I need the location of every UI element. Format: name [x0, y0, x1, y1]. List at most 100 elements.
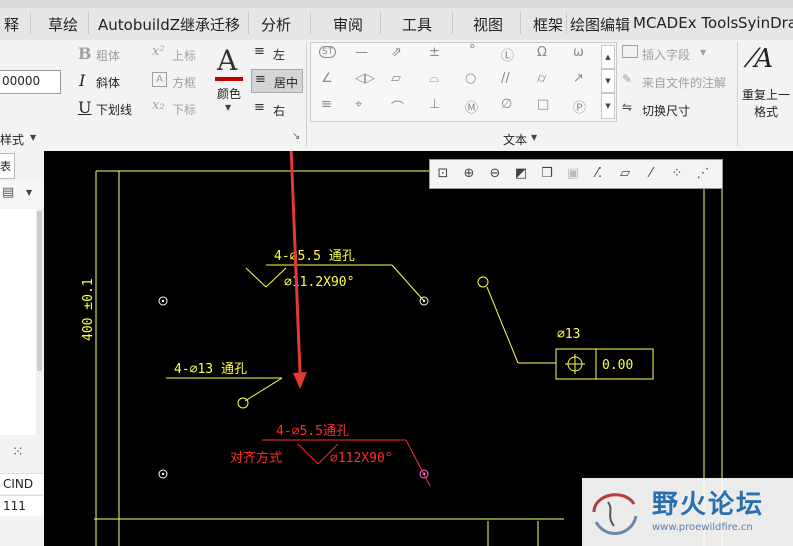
straightness-icon[interactable]: —	[355, 45, 368, 60]
tab-sketch[interactable]: 草绘	[48, 14, 78, 35]
watermark-title: 野火论坛	[652, 490, 765, 520]
text-color-button[interactable]: A 颜色 ▼	[211, 44, 249, 120]
note3-top-text[interactable]: 4-∅5.5通孔	[276, 424, 349, 439]
gtol-value-text[interactable]: 0.00	[602, 358, 633, 373]
least-material-icon[interactable]: Ⓛ	[501, 45, 514, 64]
toggle-dimension-button[interactable]: ⇋ 切换尺寸	[622, 99, 722, 119]
insert-field-button[interactable]: 插入字段 ▼	[622, 43, 722, 63]
align-right-label: 右	[273, 104, 286, 118]
chevron-down-icon[interactable]: ▼	[26, 188, 32, 197]
italic-button[interactable]: I 斜体	[76, 71, 136, 91]
csys-display-icon[interactable]: ⋰	[693, 164, 713, 184]
style-group-label[interactable]: 样式	[0, 131, 24, 148]
parallelism-icon[interactable]: //	[501, 71, 510, 86]
underline-button[interactable]: U 下划线	[76, 98, 136, 118]
square-button[interactable]: A 方框	[150, 71, 210, 91]
style-value-input[interactable]: 00000	[0, 70, 61, 94]
tab-mcadex-tools[interactable]: MCADEx Tools	[633, 14, 738, 32]
note1-bottom-text[interactable]: ∅11.2X90°	[284, 275, 354, 290]
tab-review[interactable]: 审阅	[333, 14, 363, 35]
align-left-button[interactable]: ≡ 左	[251, 43, 299, 63]
axis-display-icon[interactable]: ⁄	[641, 164, 661, 184]
note2-text[interactable]: 4-∅13 通孔	[174, 362, 247, 377]
align-center-button[interactable]: ≡ 居中	[251, 69, 303, 93]
panel-tab-label: 表	[0, 160, 11, 173]
tree-view-icon[interactable]: ▤	[2, 185, 14, 200]
tab-tools[interactable]: 工具	[402, 14, 432, 35]
cind-row[interactable]: CIND	[0, 473, 43, 494]
repeat-last-format-button[interactable]: ⁄A 重复上一 格式	[740, 42, 793, 122]
layer-filter-icon[interactable]: ⁙	[12, 444, 24, 460]
ohm-icon[interactable]: Ω	[537, 45, 547, 60]
dim-vertical-text[interactable]: 400 ±0.1	[81, 278, 96, 341]
cylindricity-icon[interactable]: ⌭	[537, 71, 546, 86]
text-group-label[interactable]: 文本	[503, 131, 527, 148]
tab-annotate[interactable]: 释	[4, 14, 19, 35]
repaint-icon[interactable]: ◩	[511, 164, 531, 184]
value-row[interactable]: 111	[0, 495, 43, 516]
italic-icon: I	[79, 71, 86, 90]
omega-icon[interactable]: ω	[573, 45, 584, 60]
note3-bottom-text[interactable]: ∅112X90°	[330, 451, 393, 466]
profile-surface-icon[interactable]: ⌓	[429, 71, 439, 86]
panel-scrollbar[interactable]	[36, 209, 43, 435]
saved-views-icon[interactable]: ▣	[563, 164, 583, 184]
panel-tab[interactable]: 表	[0, 153, 15, 179]
square-icon[interactable]: □	[537, 97, 549, 112]
note-from-file-button[interactable]: ✎ 来自文件的注解	[622, 71, 734, 91]
flatness-icon[interactable]: ▱	[391, 71, 401, 86]
subscript-button[interactable]: x₂ 下标	[150, 98, 210, 118]
perpendicularity-icon[interactable]: ⊥	[429, 97, 440, 112]
tab-autobuildz[interactable]: AutobuildZ继承迁移	[98, 14, 240, 35]
gallery-scroll-up-icon[interactable]: ▲	[601, 45, 615, 69]
projected-tolerance-icon[interactable]: Ⓟ	[573, 97, 586, 116]
max-material-icon[interactable]: Ⓜ	[465, 97, 478, 116]
tab-frame[interactable]: 框架	[533, 14, 563, 35]
superscript-button[interactable]: x² 上标	[150, 44, 210, 64]
refit-icon[interactable]: ⊡	[433, 164, 453, 184]
statistical-tolerance-icon[interactable]: ST	[319, 46, 337, 58]
diameter-icon[interactable]: ∅	[501, 97, 512, 112]
panel-tree-area[interactable]	[0, 209, 37, 435]
repeat-last-label-line2: 格式	[754, 105, 779, 119]
symmetry-arrows-icon[interactable]: ◁▷	[355, 71, 375, 86]
tab-view[interactable]: 视图	[473, 14, 503, 35]
circularity-icon[interactable]: ○	[465, 71, 476, 86]
plus-minus-icon[interactable]: ±	[429, 45, 440, 60]
circular-runout-icon[interactable]: ↗	[573, 71, 584, 86]
watermark-url: www.proewildfire.cn	[652, 522, 753, 533]
degree-icon[interactable]: °	[469, 43, 476, 58]
cind-label: CIND	[3, 477, 34, 491]
plane-display-icon[interactable]: ▱	[615, 164, 635, 184]
align-right-button[interactable]: ≡ 右	[251, 99, 299, 119]
tab-separator	[566, 12, 567, 34]
zoom-in-icon[interactable]: ⊕	[459, 164, 479, 184]
note-file-icon: ✎	[622, 72, 633, 86]
group-separator	[737, 42, 738, 146]
underline-label: 下划线	[96, 103, 133, 117]
zoom-out-icon[interactable]: ⊖	[485, 164, 505, 184]
angularity-icon[interactable]: ∠	[321, 71, 333, 86]
note2-leader-circle	[237, 397, 249, 409]
tab-drawing-edit[interactable]: 绘图编辑	[570, 14, 630, 35]
gtol-diameter-text[interactable]: ∅13	[557, 327, 580, 342]
bold-button[interactable]: B 粗体	[76, 44, 136, 64]
scrollbar-thumb[interactable]	[37, 211, 42, 371]
tab-separator	[520, 12, 521, 34]
display-style-icon[interactable]: ❒	[537, 164, 557, 184]
position-icon[interactable]: ⌖	[355, 97, 362, 112]
note1-top-text[interactable]: 4-∅5.5 通孔	[274, 249, 355, 264]
profile-line-icon[interactable]: ⌒	[391, 97, 404, 116]
tab-syindraw[interactable]: SyinDra	[738, 14, 793, 32]
datum-display-icon[interactable]: ⁄⁚	[589, 164, 609, 184]
total-runout-icon[interactable]: ⇗	[391, 45, 402, 60]
dialog-launcher-icon[interactable]: ↘	[292, 131, 300, 142]
point-display-icon[interactable]: ⁘	[667, 164, 687, 184]
bold-icon: B	[78, 44, 92, 63]
concentricity-lines-icon[interactable]: ≡	[321, 97, 332, 112]
bold-label: 粗体	[96, 49, 121, 63]
tab-analysis[interactable]: 分析	[261, 14, 291, 35]
gallery-scroll-down-icon[interactable]: ▼	[601, 69, 615, 93]
gallery-expand-icon[interactable]: ▼	[601, 93, 615, 119]
note3-left-text[interactable]: 对齐方式	[230, 450, 282, 466]
